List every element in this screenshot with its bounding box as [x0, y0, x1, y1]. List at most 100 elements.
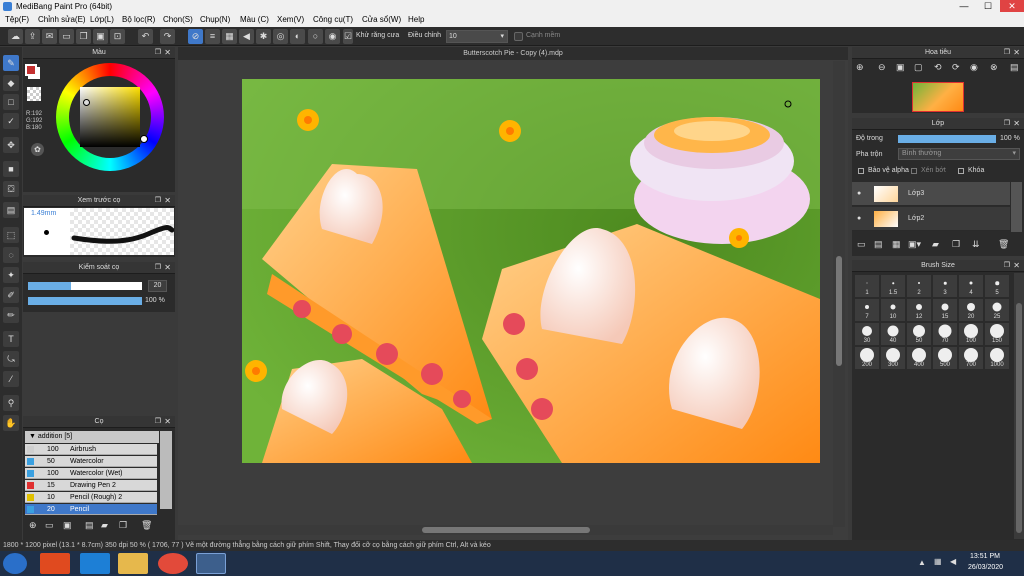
brush-size-option[interactable]: 20	[959, 299, 983, 321]
tray-arrow-icon[interactable]: ▲	[918, 558, 926, 567]
maximize-button[interactable]: ☐	[976, 0, 1000, 12]
brush-size-slider[interactable]	[28, 282, 142, 290]
brush-menu-icon[interactable]: ▣	[63, 520, 72, 531]
close-icon[interactable]: ✕	[1013, 260, 1020, 272]
menu-color[interactable]: Màu (C)	[240, 13, 269, 27]
perspective-icon[interactable]: ◉	[325, 29, 340, 44]
horizontal-scrollbar[interactable]	[178, 525, 833, 535]
rect-tool-icon[interactable]: □	[3, 94, 19, 110]
ellipse-snap-icon[interactable]: ○	[308, 29, 323, 44]
curve-snap-icon[interactable]: ◐	[290, 29, 305, 44]
menu-help[interactable]: Help	[408, 13, 424, 27]
brush-size-option[interactable]: 3	[933, 275, 957, 297]
float-icon[interactable]: ❐	[1004, 47, 1010, 59]
clipping-checkbox[interactable]	[911, 168, 917, 174]
menu-tools[interactable]: Công cụ(T)	[313, 13, 353, 27]
zoom-out-icon[interactable]: ⊖	[878, 62, 886, 73]
brush-size-option[interactable]: 50	[907, 323, 931, 345]
hand-tool-icon[interactable]: ✋	[3, 415, 19, 431]
drawing-canvas[interactable]	[242, 79, 820, 463]
bucket-tool-icon[interactable]: ⛋	[3, 181, 19, 197]
menu-filter[interactable]: Bộ lọc(R)	[122, 13, 155, 27]
brush-size-option[interactable]: 700	[959, 347, 983, 369]
select-tool-icon[interactable]: ⬚	[3, 227, 19, 243]
brush-size-option[interactable]: 400	[907, 347, 931, 369]
brush-size-option[interactable]: 4	[959, 275, 983, 297]
brush-group[interactable]: ▼ addition [5]	[25, 431, 159, 443]
medibang-taskbar-icon[interactable]	[196, 553, 226, 574]
eye-icon[interactable]: ●	[857, 215, 861, 222]
select-pen-icon[interactable]: ✐	[3, 287, 19, 303]
brush-list-item[interactable]: 20 Pencil	[25, 504, 157, 515]
check-tool-icon[interactable]: ✓	[3, 113, 19, 129]
text-tool-icon[interactable]: T	[3, 331, 19, 347]
export-icon[interactable]: ⇪	[25, 29, 40, 44]
flip-icon[interactable]: ◉	[970, 62, 978, 73]
brush-size-scrollbar[interactable]	[1014, 273, 1024, 539]
color-picker-handle[interactable]	[83, 99, 90, 106]
layer-opacity-slider[interactable]	[898, 135, 996, 143]
divide-tool-icon[interactable]: ⁄	[3, 371, 19, 387]
soft-edge-checkbox[interactable]	[514, 32, 523, 41]
brush-list-scrollbar[interactable]	[160, 431, 172, 509]
navigator-thumbnail[interactable]	[912, 82, 964, 112]
select-eraser-icon[interactable]: ✏	[3, 307, 19, 323]
brush-size-option[interactable]: 2	[907, 275, 931, 297]
brush-opacity-slider[interactable]	[28, 297, 142, 305]
brush-size-option[interactable]: 1.5	[881, 275, 905, 297]
menu-layer[interactable]: Lớp(L)	[90, 13, 114, 27]
layer-row[interactable]: ● Lớp3	[852, 182, 1010, 206]
copy-icon[interactable]: ❐	[76, 29, 91, 44]
cross-snap-icon[interactable]: ✱	[256, 29, 271, 44]
comment-icon[interactable]: ✉	[42, 29, 57, 44]
cloud-icon[interactable]: ☁	[8, 29, 23, 44]
brush-list-item[interactable]: 50 Watercolor	[25, 456, 157, 467]
reset-icon[interactable]: ⊗	[990, 62, 998, 73]
menu-select[interactable]: Chọn(S)	[163, 13, 193, 27]
gradient-tool-icon[interactable]: ▤	[3, 202, 19, 218]
fit-icon[interactable]: ▣	[896, 62, 905, 73]
eraser-tool-icon[interactable]: ◆	[3, 75, 19, 91]
media-player-icon[interactable]	[40, 553, 70, 574]
close-icon[interactable]: ✕	[164, 416, 171, 428]
blend-select[interactable]: Bình thường ▾	[898, 148, 1020, 160]
vertical-scrollbar[interactable]	[833, 61, 845, 527]
fill-icon[interactable]: ▣	[93, 29, 108, 44]
rotate-left-icon[interactable]: ⟲	[934, 62, 942, 73]
zoom-in-icon[interactable]: ⊕	[856, 62, 864, 73]
layer-row[interactable]: ● Lớp2	[852, 207, 1010, 231]
brush-size-option[interactable]: 10	[881, 299, 905, 321]
minimize-button[interactable]: —	[952, 0, 976, 12]
duplicate-layer-icon[interactable]: ❐	[952, 239, 960, 250]
brush-size-option[interactable]: 500	[933, 347, 957, 369]
float-icon[interactable]: ❐	[1004, 260, 1010, 272]
parallel-snap-icon[interactable]: ≡	[205, 29, 220, 44]
brush-size-option[interactable]: 7	[855, 299, 879, 321]
internet-explorer-icon[interactable]	[80, 553, 110, 574]
lock-checkbox[interactable]	[958, 168, 964, 174]
transparent-color-swatch[interactable]	[27, 87, 41, 101]
layer-folder-icon[interactable]: ▰	[932, 239, 939, 250]
merge-layer-icon[interactable]: ⇊	[972, 239, 980, 250]
float-icon[interactable]: ❐	[155, 416, 161, 428]
menu-window[interactable]: Cửa sổ(W)	[362, 13, 401, 27]
move-tool-icon[interactable]: ✥	[3, 137, 19, 153]
undo-icon[interactable]: ↶	[138, 29, 153, 44]
start-button[interactable]	[3, 553, 27, 574]
brush-size-option[interactable]: 30	[855, 323, 879, 345]
new-8bit-layer-icon[interactable]: ▦	[892, 239, 901, 250]
brush-size-option[interactable]: 5	[985, 275, 1009, 297]
radial-snap-icon[interactable]: ◀	[239, 29, 254, 44]
brush-size-option[interactable]: 300	[881, 347, 905, 369]
palette-icon[interactable]: ✿	[31, 143, 44, 156]
fill-rect-tool-icon[interactable]: ■	[3, 161, 19, 177]
hue-wheel[interactable]	[56, 63, 164, 171]
eyedropper-icon[interactable]: ⚲	[3, 395, 19, 411]
close-icon[interactable]: ✕	[164, 195, 171, 207]
grid-snap-icon[interactable]: ▦	[222, 29, 237, 44]
brush-copy-icon[interactable]: ❐	[119, 520, 127, 531]
preview-icon[interactable]: ▤	[1010, 62, 1019, 73]
rotate-right-icon[interactable]: ⟳	[952, 62, 960, 73]
brush-size-option[interactable]: 100	[959, 323, 983, 345]
brush-size-option[interactable]: 25	[985, 299, 1009, 321]
